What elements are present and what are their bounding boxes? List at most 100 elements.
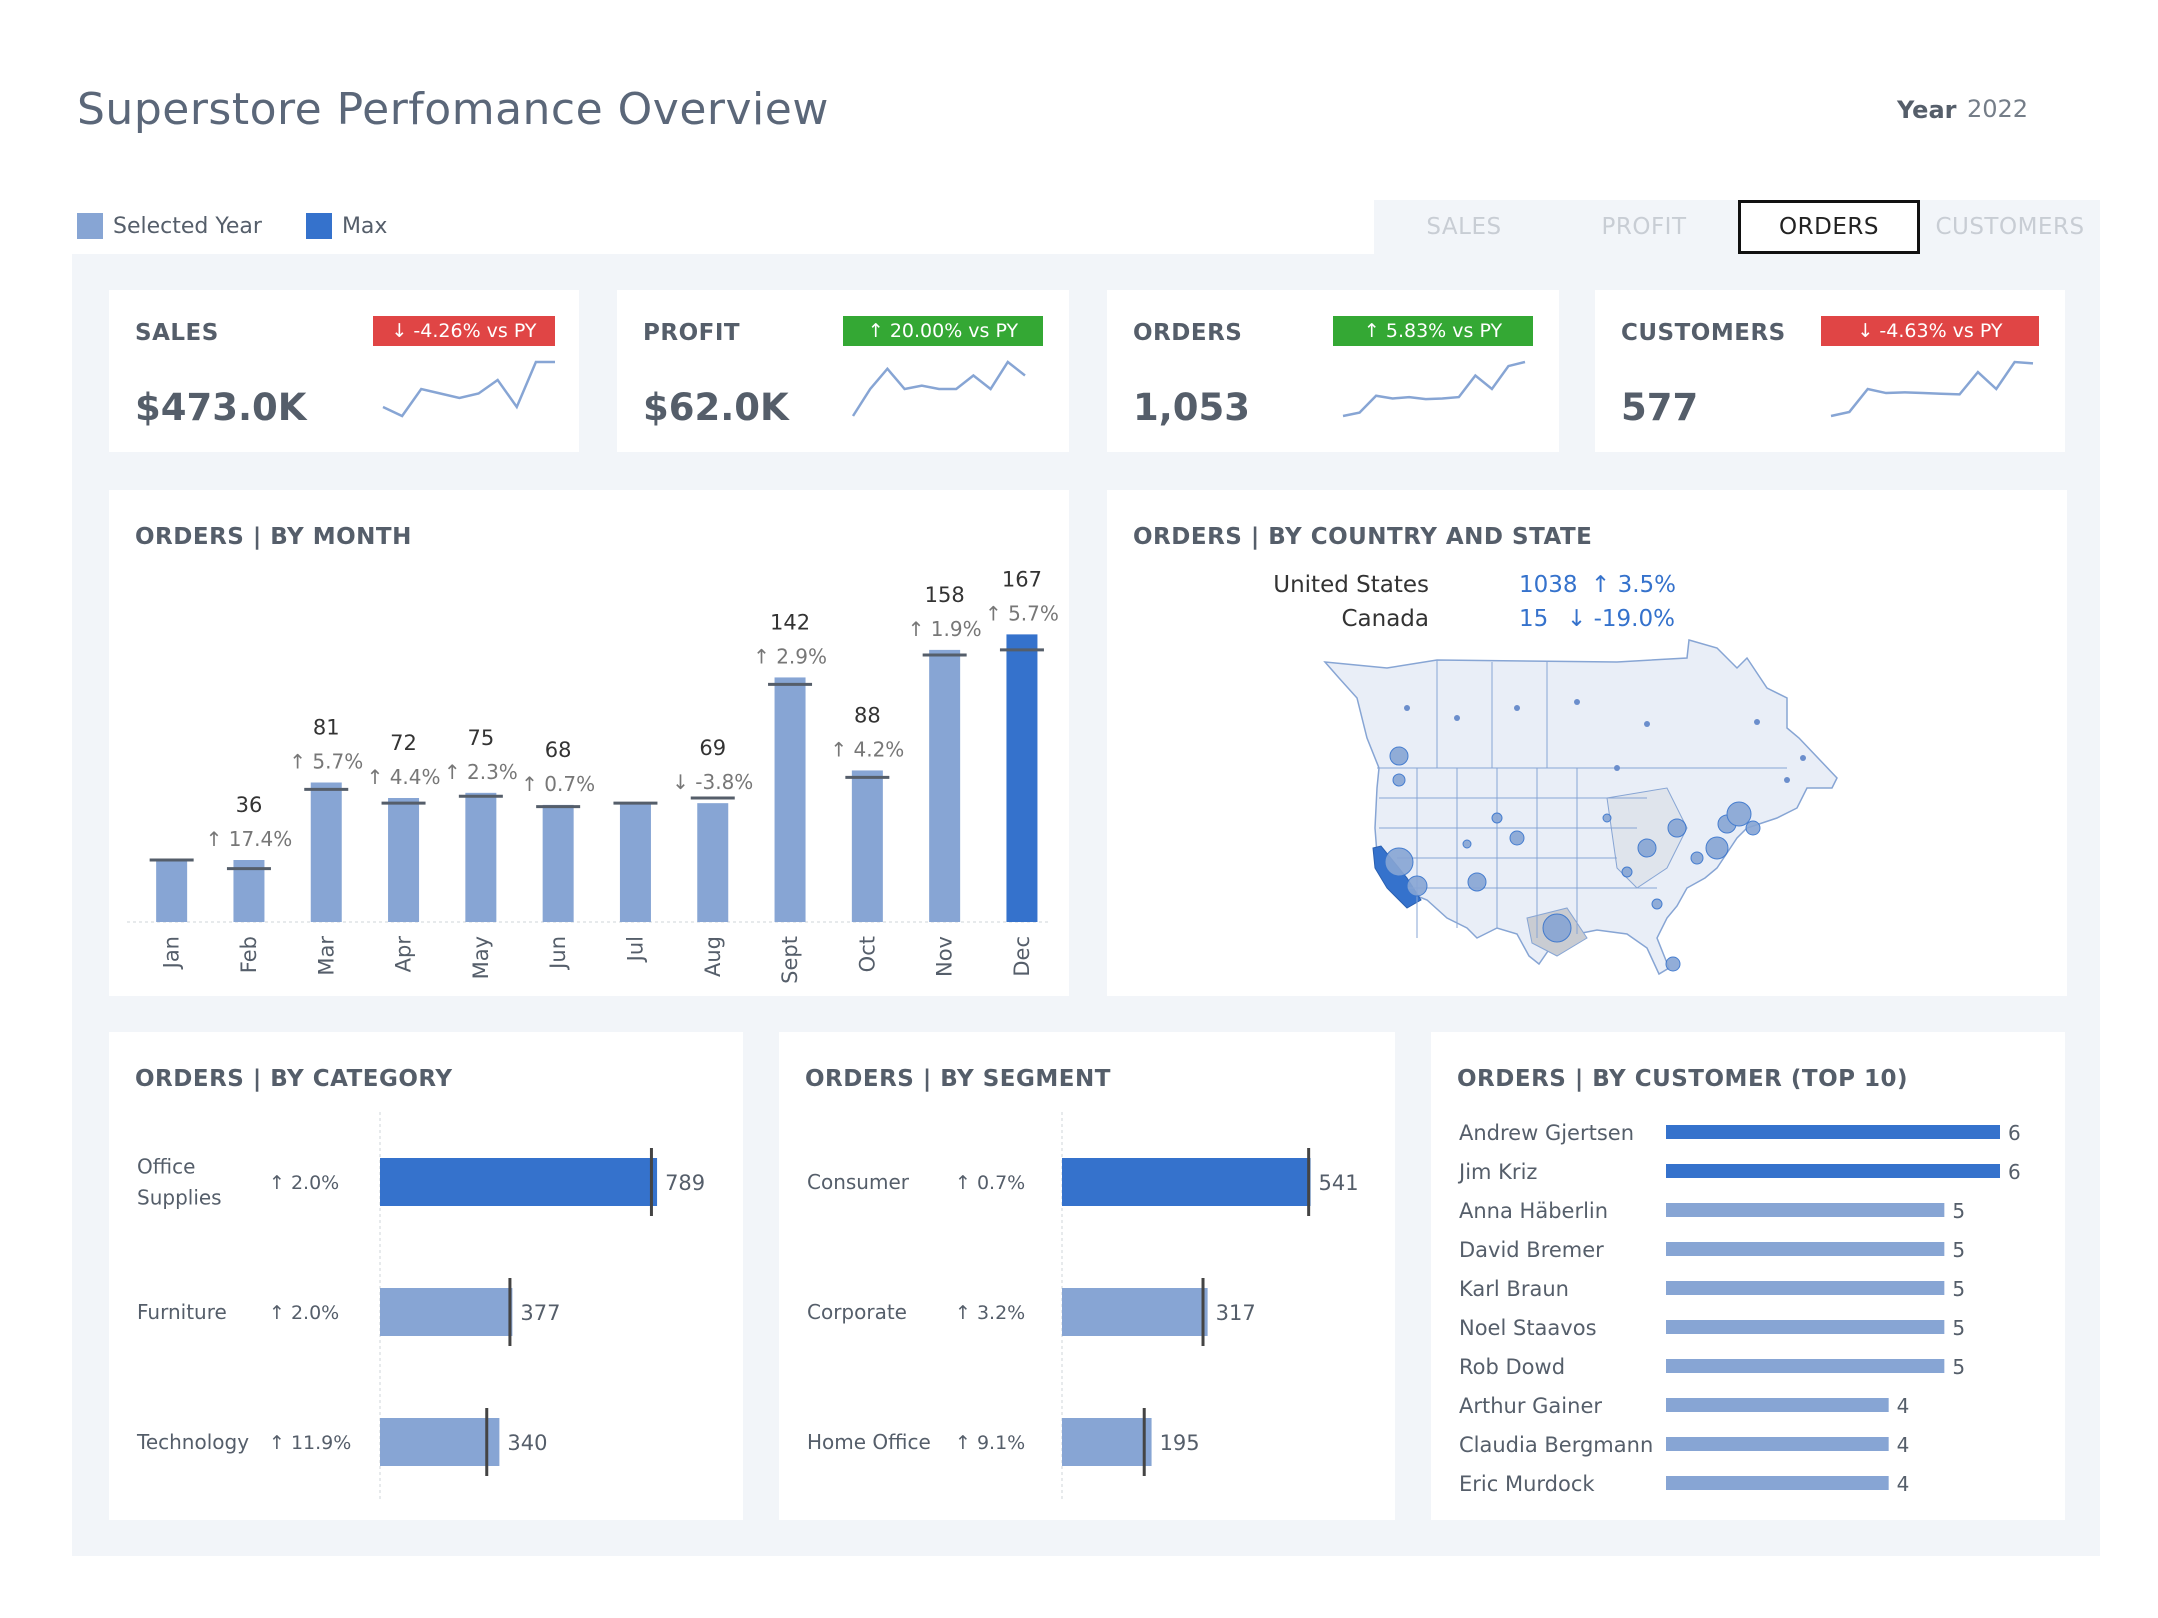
tab-customers[interactable]: CUSTOMERS [1920, 200, 2100, 254]
value-label: 789 [665, 1171, 705, 1195]
x-tick-label: Feb [237, 936, 261, 973]
value-label: 72 [390, 731, 417, 755]
x-tick-label: Sept [778, 936, 802, 984]
orders-by-segment-card: ORDERS | BY SEGMENT 541 Consumer ↑ 0.7% 317… [779, 1032, 1395, 1520]
kpi-card-customers[interactable]: CUSTOMERS ↓ -4.63% vs PY 577 [1595, 290, 2065, 452]
x-tick-label: Jan [160, 936, 184, 970]
pct-change-label: ↑ 2.3% [444, 760, 518, 784]
kpi-change-badge: ↑ 5.83% vs PY [1333, 316, 1533, 346]
orders-by-month-chart: Jan 36 ↑ 17.4% Feb 81 ↑ 5.7% Mar 72 ↑ 4.4% Apr 75 ↑… [127, 567, 1059, 984]
value-label: 69 [699, 736, 726, 760]
legend-label-selected: Selected Year [113, 213, 262, 239]
month-bar [310, 782, 342, 922]
pct-change-label: ↑ 2.0% [269, 1302, 339, 1324]
pct-change-label: ↑ 2.0% [269, 1172, 339, 1194]
customer-bar [1666, 1359, 1945, 1373]
pct-change-label: ↑ 9.1% [955, 1432, 1025, 1454]
kpi-card-sales[interactable]: SALES ↓ -4.26% vs PY $473.0K [109, 290, 579, 452]
sparkline [1342, 360, 1526, 418]
pct-change-label: ↑ 0.7% [955, 1172, 1025, 1194]
customer-name: Jim Kriz [1457, 1160, 1537, 1184]
legend-swatch-selected [77, 213, 103, 239]
value-label: 317 [1216, 1301, 1256, 1325]
kpi-label: SALES [135, 320, 219, 346]
map-bubble[interactable] [1690, 851, 1704, 865]
month-bar [619, 803, 651, 922]
customer-bar [1666, 1242, 1945, 1256]
value-label: 377 [520, 1301, 560, 1325]
map-bubble[interactable] [1462, 839, 1472, 849]
value-label: 6 [2008, 1160, 2021, 1184]
pct-change-label: ↑ 4.4% [367, 765, 441, 789]
customer-name: Anna Häberlin [1459, 1199, 1608, 1223]
kpi-label: PROFIT [643, 320, 741, 346]
month-bar [774, 677, 806, 922]
orders-by-customer-card: ORDERS | BY CUSTOMER (TOP 10) Andrew Gje… [1431, 1032, 2065, 1520]
value-label: 88 [854, 703, 881, 727]
kpi-label: ORDERS [1133, 320, 1243, 346]
x-tick-label: Oct [855, 936, 879, 972]
map-bubble[interactable] [1389, 746, 1409, 766]
value-label: 4 [1897, 1433, 1910, 1457]
us-canada-map[interactable] [1317, 638, 1857, 978]
kpi-card-orders[interactable]: ORDERS ↑ 5.83% vs PY 1,053 [1107, 290, 1559, 452]
pct-change-label: ↑ 3.2% [955, 1302, 1025, 1324]
orders-by-customer-chart: Andrew Gjertsen 6 Jim Kriz 6 Anna Häberlin 5 D… [1457, 1121, 2021, 1496]
sparkline-path [1830, 360, 2034, 418]
tab-orders[interactable]: ORDERS [1738, 200, 1920, 254]
tab-profit[interactable]: PROFIT [1554, 200, 1734, 254]
month-bar [1006, 634, 1038, 922]
value-label: 142 [770, 610, 810, 634]
map-land [1323, 639, 1838, 976]
map-bubble[interactable] [1491, 812, 1503, 824]
x-tick-label: Aug [701, 936, 725, 977]
value-label: 81 [313, 716, 340, 740]
pct-change-label: ↑ 17.4% [206, 827, 293, 851]
tab-sales[interactable]: SALES [1374, 200, 1554, 254]
category-bar [380, 1418, 500, 1466]
pct-change-label: ↑ 1.9% [908, 617, 982, 641]
month-bar [929, 649, 961, 922]
country-orders: 1038 [1519, 572, 1578, 598]
sparkline [1830, 360, 2034, 418]
kpi-change-badge: ↑ 20.00% vs PY [843, 316, 1043, 346]
category-label: Home Office [807, 1430, 931, 1454]
category-bar [380, 1158, 658, 1206]
map-bubble[interactable] [1621, 866, 1633, 878]
orders-by-segment-chart: 541 Consumer ↑ 0.7% 317 Corporate ↑ 3.2% 195 Ho… [807, 1112, 1359, 1502]
value-label: 75 [467, 726, 494, 750]
map-bubble[interactable] [1745, 820, 1761, 836]
map-bubble[interactable] [1509, 830, 1525, 846]
category-label: Consumer [807, 1170, 910, 1194]
map-bubble[interactable] [1542, 913, 1572, 943]
map-bubble[interactable] [1602, 813, 1612, 823]
orders-by-category-card: ORDERS | BY CATEGORY 789 Office Supplies ↑ … [109, 1032, 743, 1520]
value-label: 340 [507, 1431, 547, 1455]
category-bar [1062, 1418, 1152, 1466]
map-bubble[interactable] [1667, 818, 1687, 838]
map-bubble[interactable] [1384, 847, 1414, 877]
kpi-change-badge: ↓ -4.26% vs PY [373, 316, 555, 346]
map-bubble[interactable] [1665, 956, 1681, 972]
map-bubble[interactable] [1637, 838, 1657, 858]
country-row-us: United States 1038 ↑ 3.5% [1107, 572, 1807, 606]
customer-name: Andrew Gjertsen [1459, 1121, 1634, 1145]
kpi-value: $473.0K [135, 386, 307, 429]
pct-change-label: ↓ -3.8% [672, 770, 753, 794]
value-label: 5 [1952, 1199, 1965, 1223]
map-bubble[interactable] [1705, 836, 1729, 860]
value-label: 5 [1952, 1277, 1965, 1301]
map-bubble[interactable] [1392, 773, 1406, 787]
map-bubble[interactable] [1467, 872, 1487, 892]
customer-bar [1666, 1164, 2000, 1178]
value-label: 167 [1002, 567, 1042, 591]
kpi-card-profit[interactable]: PROFIT ↑ 20.00% vs PY $62.0K [617, 290, 1069, 452]
map-bubble[interactable] [1406, 875, 1428, 897]
map-bubble[interactable] [1651, 898, 1663, 910]
customer-name: Claudia Bergmann [1459, 1433, 1653, 1457]
orders-by-state-card: ORDERS | BY COUNTRY AND STATE United Sta… [1107, 490, 2067, 996]
map-bubble[interactable] [1726, 801, 1752, 827]
x-tick-label: Jun [546, 936, 570, 971]
year-filter-label: Year [1897, 96, 1957, 124]
year-filter-value[interactable]: 2022 [1967, 95, 2028, 123]
